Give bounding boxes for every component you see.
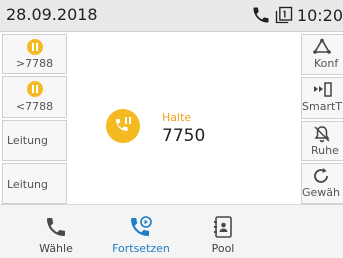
status-time: 10:20 <box>296 5 343 25</box>
hold-badge-icon <box>27 39 43 55</box>
tab-label: Pool <box>211 242 235 255</box>
resume-call-icon <box>131 216 152 236</box>
contact-card-icon <box>214 216 232 238</box>
line-key-4[interactable]: Leitung <box>2 163 67 204</box>
line-key-label: Leitung <box>7 134 48 147</box>
tab-resume[interactable]: Fortsetzen <box>106 205 176 258</box>
phone-screen: 28.09.2018 10:20 >7788 <7788 Leitung Lei… <box>0 0 343 258</box>
line-key-label: <7788 <box>15 100 54 113</box>
redial-button[interactable]: Gewäh <box>301 163 343 204</box>
redial-icon <box>314 168 328 183</box>
held-call-icon <box>106 109 140 143</box>
tab-pool[interactable]: Pool <box>188 205 258 258</box>
function-keys: Konf SmartT Ruhe Gewäh <box>301 32 343 204</box>
line-one-icon <box>275 6 293 24</box>
call-status: Halte <box>162 111 192 124</box>
bottom-softkey-bar: Wähle Fortsetzen Pool <box>0 204 343 258</box>
call-panel: Halte 7750 <box>70 32 300 204</box>
conference-icon <box>313 38 331 54</box>
smart-transfer-icon <box>314 82 332 97</box>
do-not-disturb-button[interactable]: Ruhe <box>301 121 343 161</box>
hold-badge-icon <box>27 81 43 97</box>
line-key-label: >7788 <box>15 57 54 70</box>
status-right: 10:20 <box>251 4 343 26</box>
function-key-label: Ruhe <box>311 144 339 157</box>
phone-icon <box>253 7 269 23</box>
call-number: 7750 <box>162 126 206 146</box>
function-key-label: SmartT <box>302 100 342 113</box>
tab-label: Wähle <box>39 242 73 255</box>
line-keys: >7788 <7788 Leitung Leitung <box>0 32 69 204</box>
line-key-3[interactable]: Leitung <box>2 120 67 161</box>
line-key-2[interactable]: <7788 <box>2 76 67 118</box>
function-key-label: Konf <box>314 57 339 70</box>
conference-button[interactable]: Konf <box>301 34 343 75</box>
tab-dial[interactable]: Wähle <box>21 205 91 258</box>
status-date: 28.09.2018 <box>6 5 98 24</box>
phone-icon <box>47 218 65 236</box>
mute-bell-icon <box>314 126 330 143</box>
function-key-label: Gewäh <box>302 186 341 199</box>
line-key-label: Leitung <box>7 178 48 191</box>
smart-transfer-button[interactable]: SmartT <box>301 77 343 119</box>
tab-label: Fortsetzen <box>112 242 170 255</box>
status-bar: 28.09.2018 10:20 <box>0 0 343 32</box>
line-key-1[interactable]: >7788 <box>2 34 67 74</box>
